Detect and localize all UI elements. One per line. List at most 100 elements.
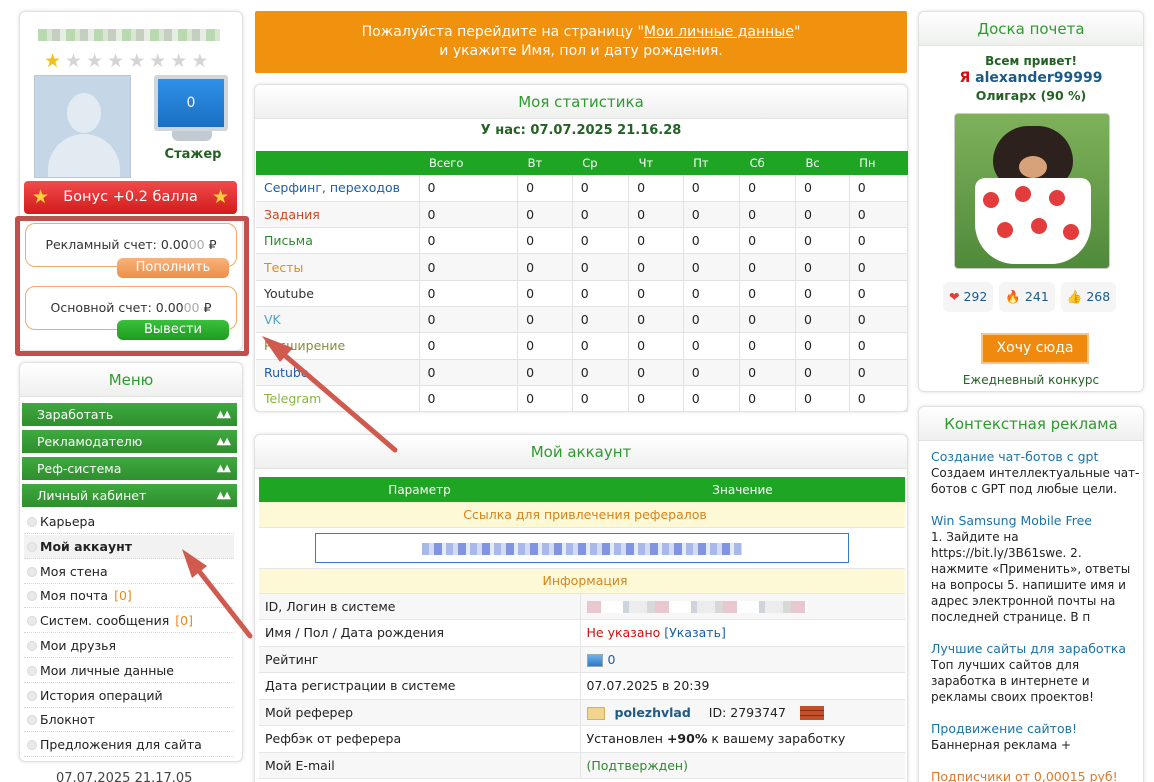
personal-data-link[interactable]: Мои личные данные bbox=[644, 24, 794, 40]
stats-cell: 0 bbox=[739, 359, 796, 386]
bonus-button[interactable]: ★ Бонус +0.2 балла ★ bbox=[24, 181, 237, 214]
reaction-button[interactable]: ❤ 292 bbox=[943, 282, 994, 312]
menu-item[interactable]: Мои личные данные bbox=[24, 659, 234, 683]
menu-item[interactable]: Блокнот bbox=[24, 708, 234, 733]
bullet-icon bbox=[27, 715, 37, 726]
specify-link[interactable]: [Указать] bbox=[664, 625, 726, 640]
stats-row-label[interactable]: VK bbox=[256, 306, 420, 334]
profile-notice: Пожалуйста перейдите на страницу "Мои ли… bbox=[255, 11, 907, 73]
stats-cell: 0 bbox=[795, 253, 850, 281]
menu-title: Меню bbox=[20, 363, 242, 397]
server-clock: 07.07.2025 21.17.05 bbox=[56, 771, 193, 782]
ref-link-heading: Ссылка для привлечения рефералов bbox=[259, 502, 905, 528]
menu-item[interactable]: История операций bbox=[24, 684, 234, 708]
collapse-arrows-icon[interactable]: ▲▲ bbox=[217, 457, 231, 481]
stats-row-label[interactable]: Расширение bbox=[256, 332, 420, 360]
stats-cell: 0 bbox=[795, 359, 850, 386]
account-title: Мой аккаунт bbox=[255, 435, 907, 469]
ad-title[interactable]: Лучшие сайты для заработка bbox=[931, 641, 1141, 657]
star-icon: ★ bbox=[44, 50, 62, 72]
stats-cell: 0 bbox=[683, 253, 741, 281]
honor-user[interactable]: Я alexander99999 bbox=[919, 70, 1143, 86]
stats-panel: Моя статистика У нас: 07.07.2025 21.16.2… bbox=[254, 84, 909, 413]
topup-button[interactable]: Пополнить bbox=[117, 258, 229, 278]
ad-title[interactable]: Подписчики от 0,00015 руб! bbox=[931, 769, 1141, 782]
star-icon: ★ bbox=[128, 50, 146, 72]
stats-cell: 0 bbox=[419, 359, 519, 386]
bullet-icon bbox=[27, 541, 37, 552]
heart-icon: ❤ bbox=[949, 289, 960, 304]
stats-cell: 0 bbox=[739, 175, 796, 202]
wall-icon[interactable] bbox=[799, 706, 824, 720]
stats-row: Задания 0 0 0 0 0 0 0 0 bbox=[256, 201, 909, 229]
ad-item[interactable]: Win Samsung Mobile Free 1. Зайдите на htt… bbox=[931, 513, 1141, 625]
menu-item[interactable]: Мой аккаунт bbox=[24, 534, 234, 559]
stats-cell: 0 bbox=[517, 306, 573, 334]
menu-section[interactable]: Реф-система ▲▲ bbox=[22, 457, 237, 481]
reaction-button[interactable]: 👍 268 bbox=[1060, 282, 1117, 312]
withdraw-button[interactable]: Вывести bbox=[117, 320, 229, 340]
ad-item[interactable]: Создание чат-ботов с gpt Создаем интеллек… bbox=[931, 449, 1141, 497]
stats-col-header: Пн bbox=[849, 151, 908, 175]
stats-row-label[interactable]: Тесты bbox=[256, 253, 420, 281]
stats-date: У нас: 07.07.2025 21.16.28 bbox=[480, 123, 682, 138]
honor-status: Олигарх (90 %) bbox=[975, 88, 1087, 103]
collapse-arrows-icon[interactable]: ▲▲ bbox=[217, 403, 231, 427]
stats-cell: 0 bbox=[572, 359, 630, 386]
stats-cell: 0 bbox=[739, 385, 796, 413]
menu-item[interactable]: Моя почта [0] bbox=[24, 584, 234, 609]
stats-cell: 0 bbox=[419, 385, 519, 413]
stats-cell: 0 bbox=[739, 306, 796, 334]
stats-cell: 0 bbox=[628, 175, 684, 202]
stats-row-label[interactable]: Telegram bbox=[256, 385, 420, 413]
referral-link-field[interactable] bbox=[315, 532, 849, 563]
stats-row-label[interactable]: Rutube bbox=[256, 359, 420, 386]
avatar[interactable] bbox=[34, 75, 131, 178]
email-label: Мой E-mail bbox=[259, 752, 581, 779]
honor-greeting: Всем привет! bbox=[985, 54, 1077, 68]
ad-item[interactable]: Продвижение сайтов! Баннерная реклама + bbox=[931, 721, 1141, 753]
ads-title: Контекстная реклама bbox=[919, 407, 1143, 441]
stats-cell: 0 bbox=[683, 306, 741, 334]
collapse-arrows-icon[interactable]: ▲▲ bbox=[217, 484, 231, 508]
stats-row-label[interactable]: Задания bbox=[256, 201, 420, 229]
stats-cell: 0 bbox=[628, 201, 684, 229]
collapse-arrows-icon[interactable]: ▲▲ bbox=[217, 430, 231, 454]
menu-item[interactable]: Мои друзья bbox=[24, 634, 234, 658]
menu-section[interactable]: Рекламодателю ▲▲ bbox=[22, 430, 237, 454]
reaction-button[interactable]: 🔥 241 bbox=[999, 282, 1055, 312]
envelope-icon[interactable] bbox=[586, 706, 605, 720]
menu-section[interactable]: Заработать ▲▲ bbox=[22, 403, 237, 427]
monitor-icon: 0 bbox=[154, 75, 228, 131]
ad-title[interactable]: Создание чат-ботов с gpt bbox=[931, 449, 1141, 465]
menu-item[interactable]: Систем. сообщения [0] bbox=[24, 609, 234, 634]
ad-item[interactable]: Подписчики от 0,00015 руб!Подписчики для… bbox=[931, 769, 1141, 782]
ad-title[interactable]: Win Samsung Mobile Free bbox=[931, 513, 1141, 529]
stats-cell: 0 bbox=[572, 253, 630, 281]
stats-cell: 0 bbox=[849, 332, 909, 360]
ad-title[interactable]: Продвижение сайтов! bbox=[931, 721, 1141, 737]
col-param: Параметр bbox=[259, 477, 580, 502]
stats-cell: 0 bbox=[795, 306, 850, 334]
menu-item[interactable]: Моя стена bbox=[24, 560, 234, 584]
menu-item[interactable]: Карьера bbox=[24, 510, 234, 534]
stats-cell: 0 bbox=[628, 332, 684, 360]
thumbs-up-icon: 👍 bbox=[1066, 289, 1083, 304]
stats-row-label[interactable]: Письма bbox=[256, 227, 420, 255]
ad-description: Баннерная реклама + bbox=[931, 738, 1072, 752]
ad-item[interactable]: Лучшие сайты для заработка Топ лучших сай… bbox=[931, 641, 1141, 705]
menu-section[interactable]: Личный кабинет ▲▲ bbox=[22, 484, 237, 508]
stats-row-label[interactable]: Серфинг, переходов bbox=[256, 175, 420, 202]
want-here-button[interactable]: Хочу сюда bbox=[981, 333, 1089, 364]
stats-cell: 0 bbox=[419, 332, 519, 360]
referrer-name[interactable]: polezhvlad bbox=[615, 705, 691, 720]
stats-cell: 0 bbox=[739, 253, 796, 281]
stats-cell: 0 bbox=[517, 227, 573, 255]
stats-cell: 0 bbox=[849, 359, 909, 386]
rating-label: Рейтинг bbox=[259, 646, 581, 673]
menu-item[interactable]: Предложения для сайта bbox=[24, 733, 234, 758]
ad-description: Топ лучших сайтов для заработка в интерн… bbox=[931, 658, 1094, 704]
stats-row-label[interactable]: Youtube bbox=[256, 280, 420, 307]
stats-header-blank bbox=[256, 151, 419, 175]
rating-value: 0 bbox=[580, 646, 905, 673]
